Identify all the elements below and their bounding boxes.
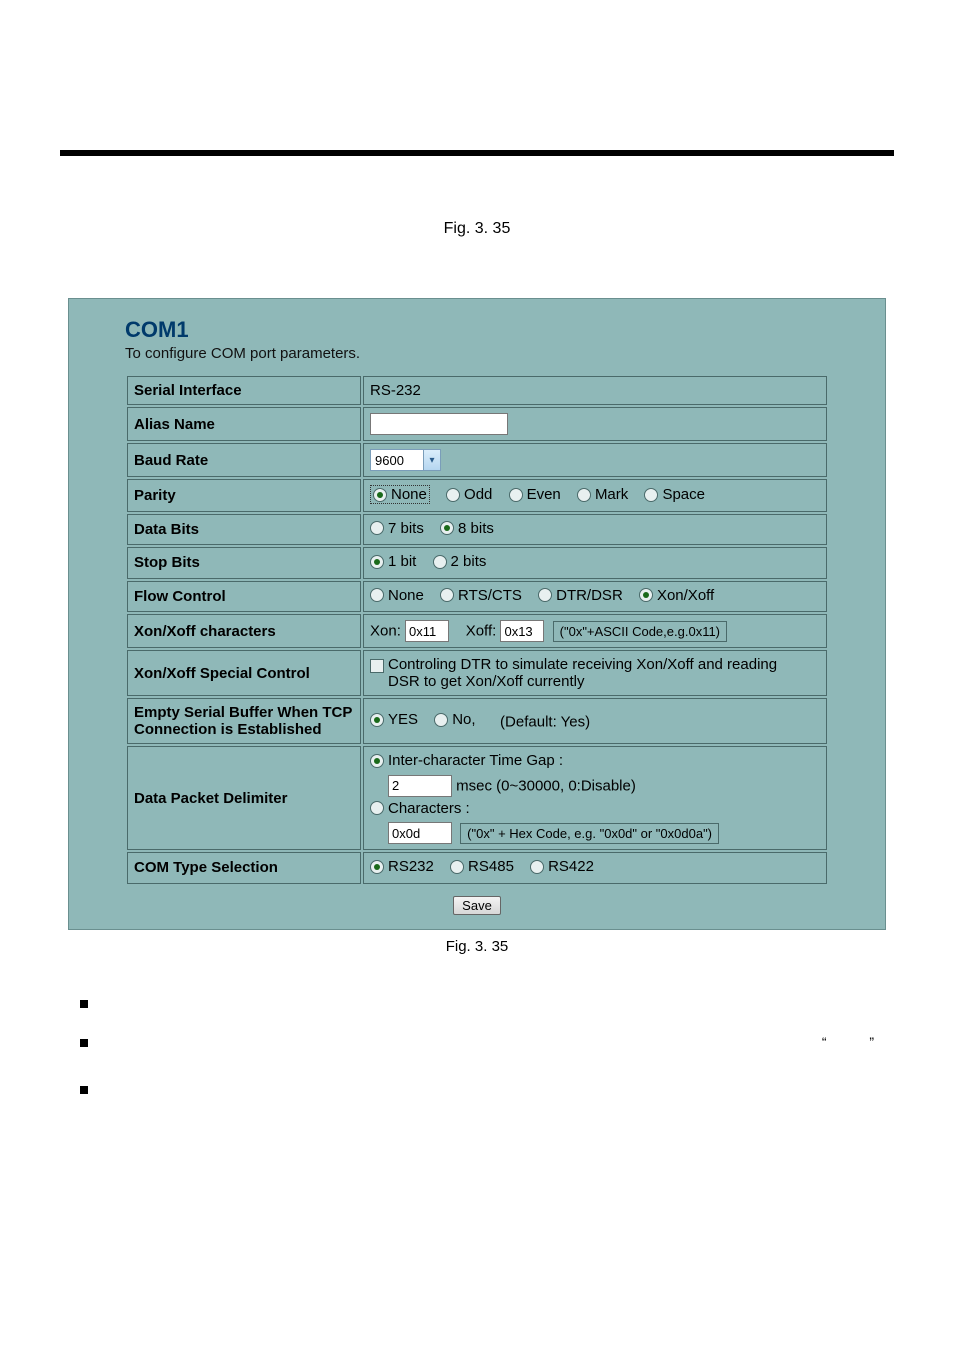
row-label-data-bits: Data Bits <box>127 514 361 546</box>
row-label-com-type: COM Type Selection <box>127 852 361 884</box>
com-type-radio-485[interactable]: RS485 <box>450 858 514 875</box>
row-label-alias-name: Alias Name <box>127 407 361 441</box>
config-panel: COM1 To configure COM port parameters. S… <box>68 298 886 930</box>
bullet-icon <box>80 1086 88 1094</box>
empty-buffer-radio-no[interactable]: No, <box>434 711 475 728</box>
com-type-radio-422[interactable]: RS422 <box>530 858 594 875</box>
bullet-icon <box>80 1000 88 1008</box>
config-table: Serial Interface RS-232 Alias Name Baud … <box>125 374 829 886</box>
xonxoff-special-text: Controling DTR to simulate receiving Xon… <box>388 656 808 690</box>
row-label-empty-buffer: Empty Serial Buffer When TCP Connection … <box>127 698 361 744</box>
parity-radio-space[interactable]: Space <box>644 486 705 503</box>
com-type-radio-232[interactable]: RS232 <box>370 858 434 875</box>
baud-rate-select[interactable]: 9600 ▾ <box>370 449 441 471</box>
parity-radio-even[interactable]: Even <box>509 486 561 503</box>
delimiter-gap-input[interactable] <box>388 775 452 797</box>
delimiter-radio-chars[interactable]: Characters : <box>370 800 470 817</box>
flow-radio-dtrdsr[interactable]: DTR/DSR <box>538 587 623 604</box>
xonxoff-special-checkbox[interactable]: Controling DTR to simulate receiving Xon… <box>370 656 808 690</box>
empty-buffer-default: (Default: Yes) <box>500 714 590 731</box>
alias-name-input[interactable] <box>370 413 508 435</box>
delimiter-chars-input[interactable] <box>388 822 452 844</box>
row-label-delimiter: Data Packet Delimiter <box>127 746 361 850</box>
data-bits-radio-7[interactable]: 7 bits <box>370 520 424 537</box>
parity-radio-none[interactable]: None <box>370 485 430 504</box>
chevron-down-icon: ▾ <box>423 450 440 470</box>
flow-radio-xonxoff[interactable]: Xon/Xoff <box>639 587 714 604</box>
row-label-xonxoff-special: Xon/Xoff Special Control <box>127 650 361 696</box>
row-label-serial-interface: Serial Interface <box>127 376 361 405</box>
horizontal-rule <box>60 150 894 156</box>
row-label-xonxoff-chars: Xon/Xoff characters <box>127 614 361 648</box>
row-label-stop-bits: Stop Bits <box>127 547 361 579</box>
stop-bits-radio-2[interactable]: 2 bits <box>433 553 487 570</box>
parity-radio-odd[interactable]: Odd <box>446 486 492 503</box>
xon-input[interactable] <box>405 620 449 642</box>
figure-caption-bottom: Fig. 3. 35 <box>60 938 894 955</box>
row-label-baud-rate: Baud Rate <box>127 443 361 477</box>
flow-radio-none[interactable]: None <box>370 587 424 604</box>
empty-buffer-radio-yes[interactable]: YES <box>370 711 418 728</box>
delimiter-chars-hint: ("0x" + Hex Code, e.g. "0x0d" or "0x0d0a… <box>460 823 719 844</box>
xon-label: Xon: <box>370 623 401 640</box>
figure-caption-top: Fig. 3. 35 <box>60 220 894 238</box>
delimiter-radio-gap[interactable]: Inter-character Time Gap : <box>370 752 563 769</box>
bullet-icon <box>80 1039 88 1047</box>
data-bits-radio-8[interactable]: 8 bits <box>440 520 494 537</box>
xoff-input[interactable] <box>500 620 544 642</box>
value-serial-interface: RS-232 <box>363 376 827 405</box>
row-label-parity: Parity <box>127 479 361 512</box>
save-button[interactable]: Save <box>453 896 501 915</box>
quote-marks: “ ” <box>822 1034 874 1050</box>
panel-subtitle: To configure COM port parameters. <box>125 345 829 362</box>
xoff-label: Xoff: <box>466 623 497 640</box>
xonxoff-hint: ("0x"+ASCII Code,e.g.0x11) <box>553 621 727 642</box>
panel-title: COM1 <box>125 317 829 343</box>
flow-radio-rtscts[interactable]: RTS/CTS <box>440 587 522 604</box>
delimiter-gap-suffix: msec (0~30000, 0:Disable) <box>456 777 636 794</box>
row-label-flow-control: Flow Control <box>127 581 361 613</box>
parity-radio-mark[interactable]: Mark <box>577 486 628 503</box>
bullet-list: “ ” <box>80 995 874 1098</box>
baud-rate-value: 9600 <box>371 450 423 470</box>
stop-bits-radio-1[interactable]: 1 bit <box>370 553 416 570</box>
